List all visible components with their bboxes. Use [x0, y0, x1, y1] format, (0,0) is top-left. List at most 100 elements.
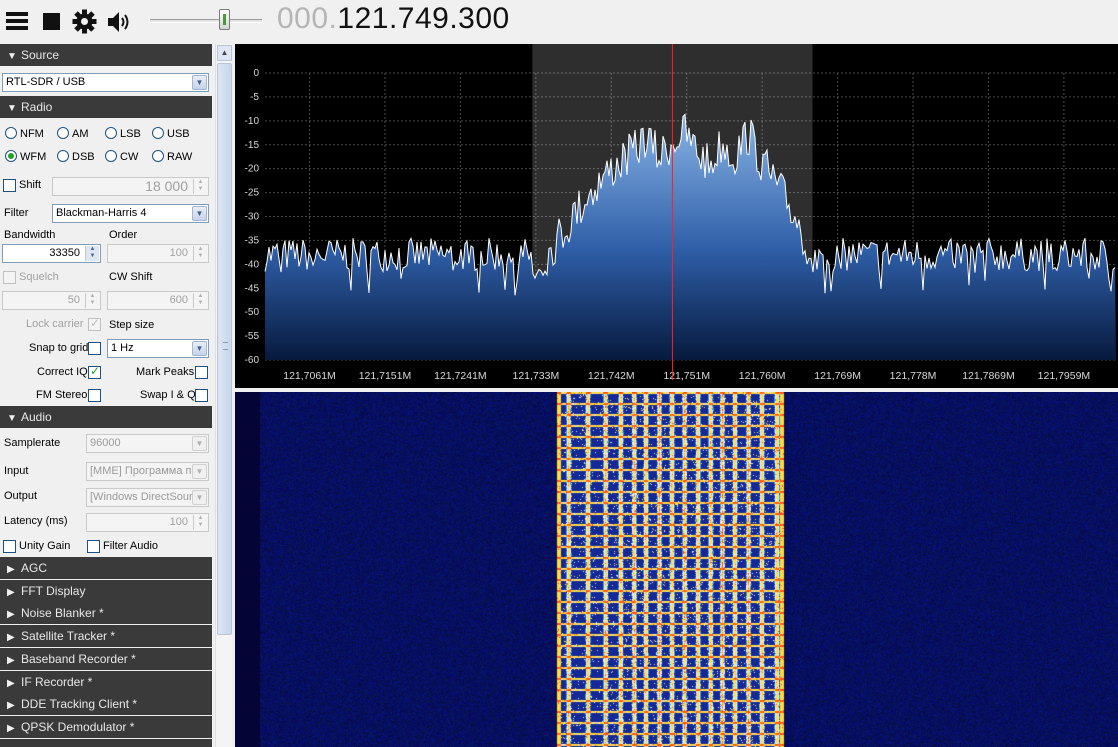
mode-radio-usb[interactable]: USB	[152, 127, 190, 140]
section-title: QPSK Demodulator *	[21, 719, 135, 734]
volume-slider-track[interactable]	[150, 19, 262, 23]
section-title: IF Recorder *	[21, 674, 93, 689]
audio-input-select[interactable]: [MME] Программа пе ▼	[86, 462, 209, 481]
mode-label: CW	[120, 151, 139, 163]
radio-circle[interactable]	[105, 127, 117, 139]
mode-radio-dsb[interactable]: DSB	[57, 150, 95, 163]
filter-audio-checkbox[interactable]	[87, 540, 100, 553]
mode-radio-cw[interactable]: CW	[105, 150, 138, 163]
frequency-digits[interactable]: 121.749.300	[337, 2, 509, 35]
source-device-select[interactable]: RTL-SDR / USB ▼	[2, 73, 209, 92]
latency-input[interactable]: 100 ▲ ▼	[86, 513, 209, 532]
x-tick-label: 121,760M	[739, 370, 786, 382]
mode-label: USB	[167, 128, 190, 140]
source-section-header[interactable]: ▼ Source	[0, 44, 212, 66]
filter-label: Filter	[4, 207, 29, 219]
y-tick-label: -40	[245, 259, 260, 270]
waterfall-canvas[interactable]	[235, 392, 1118, 747]
frequency-leading-digits[interactable]: 000.	[277, 2, 337, 35]
y-tick-label: -10	[245, 116, 260, 127]
x-tick-label: 121,733M	[512, 370, 559, 382]
swap-iq-label: Swap I & Q	[140, 389, 196, 401]
section-header-fft-display[interactable]: ▶ FFT Display	[0, 579, 212, 602]
unity-gain-checkbox[interactable]	[3, 540, 16, 553]
section-header-satellite-tracker[interactable]: ▶ Satellite Tracker *	[0, 625, 212, 648]
order-input[interactable]: 100 ▲ ▼	[107, 244, 209, 263]
chevron-down-icon[interactable]: ▼	[192, 75, 207, 90]
section-header-if-recorder[interactable]: ▶ IF Recorder *	[0, 670, 212, 693]
squelch-input[interactable]: 50 ▲ ▼	[2, 291, 101, 310]
radio-circle[interactable]	[57, 150, 69, 162]
lock-carrier-label: Lock carrier	[26, 318, 84, 330]
section-title: Noise Blanker *	[21, 606, 104, 621]
snap-to-grid-checkbox[interactable]	[88, 342, 101, 355]
shift-label: Shift	[19, 179, 42, 191]
chevron-down-icon[interactable]: ▼	[192, 436, 207, 451]
correct-iq-checkbox[interactable]	[88, 364, 101, 379]
collapsed-triangle-icon: ▶	[7, 632, 15, 644]
samplerate-select[interactable]: 96000 ▼	[86, 434, 209, 453]
control-panel: ▼ Source RTL-SDR / USB ▼ ▼ Radio NFM AM LSB US…	[0, 44, 212, 747]
radio-circle[interactable]	[152, 127, 164, 139]
collapsed-triangle-icon: ▶	[7, 722, 15, 734]
spectrum-chart[interactable]: 0 -5 -10 -15 -20 -25 -30 -35 -40 -45 -50 -55 -60 121,…	[235, 44, 1118, 388]
fm-stereo-checkbox[interactable]	[88, 389, 101, 402]
radio-circle[interactable]	[5, 127, 17, 139]
section-header-baseband-recorder[interactable]: ▶ Baseband Recorder *	[0, 647, 212, 670]
y-tick-label: -20	[245, 164, 260, 175]
y-tick-label: -15	[245, 140, 260, 151]
radio-circle[interactable]	[105, 150, 117, 162]
volume-slider-thumb[interactable]	[219, 9, 230, 30]
lock-carrier-checkbox[interactable]	[88, 316, 101, 331]
chevron-down-icon[interactable]: ▼	[192, 341, 207, 356]
speaker-icon[interactable]	[106, 9, 132, 35]
collapsed-triangle-icon: ▶	[7, 609, 15, 621]
input-label: Input	[4, 465, 29, 477]
frequency-display[interactable]: 000.121.749.300	[277, 2, 510, 36]
mark-peaks-label: Mark Peaks	[136, 366, 195, 378]
radio-circle[interactable]	[152, 150, 164, 162]
section-title: Satellite Tracker *	[21, 629, 116, 644]
section-header-partial[interactable]	[0, 738, 212, 747]
stop-icon[interactable]	[42, 9, 68, 35]
scroll-up-arrow-icon[interactable]: ▲	[217, 45, 232, 61]
section-header-agc[interactable]: ▶ AGC	[0, 557, 212, 579]
section-header-noise-blanker[interactable]: ▶ Noise Blanker *	[0, 602, 212, 625]
squelch-checkbox[interactable]	[3, 271, 16, 284]
chevron-down-icon[interactable]: ▼	[192, 490, 207, 505]
filter-select[interactable]: Blackman-Harris 4 ▼	[52, 204, 209, 223]
scrollbar-thumb[interactable]	[217, 63, 232, 635]
bandwidth-input[interactable]: 33350 ▲ ▼	[2, 244, 101, 263]
step-size-select[interactable]: 1 Hz ▼	[107, 339, 209, 358]
waterfall-display[interactable]	[235, 392, 1118, 747]
section-header-dde-tracking-client[interactable]: ▶ DDE Tracking Client *	[0, 693, 212, 716]
y-tick-label: -30	[245, 212, 260, 223]
mode-radio-lsb[interactable]: LSB	[105, 127, 141, 140]
mode-radio-raw[interactable]: RAW	[152, 150, 192, 163]
section-header-qpsk-demodulator[interactable]: ▶ QPSK Demodulator *	[0, 715, 212, 738]
cw-shift-input[interactable]: 600 ▲ ▼	[107, 291, 209, 310]
shift-checkbox[interactable]	[3, 179, 16, 192]
hamburger-menu-icon[interactable]	[5, 9, 31, 35]
radio-circle[interactable]	[5, 150, 17, 162]
radio-circle[interactable]	[57, 127, 69, 139]
mark-peaks-checkbox[interactable]	[195, 366, 208, 379]
y-tick-label: -50	[245, 307, 260, 318]
radio-section-header[interactable]: ▼ Radio	[0, 96, 212, 118]
x-tick-label: 121,7241M	[434, 370, 487, 382]
spectrum-analyzer[interactable]: 0 -5 -10 -15 -20 -25 -30 -35 -40 -45 -50 -55 -60 121,…	[235, 44, 1118, 388]
mode-radio-am[interactable]: AM	[57, 127, 89, 140]
chevron-down-icon[interactable]: ▼	[192, 206, 207, 221]
mode-label: RAW	[167, 151, 193, 163]
audio-output-select[interactable]: [Windows DirectSoun ▼	[86, 488, 209, 507]
chevron-down-icon[interactable]: ▼	[192, 464, 207, 479]
sidebar-scrollbar[interactable]: ▲	[215, 44, 232, 747]
mode-radio-nfm[interactable]: NFM	[5, 127, 44, 140]
shift-input[interactable]: 18 000 ▲ ▼	[52, 177, 209, 196]
audio-section-header[interactable]: ▼ Audio	[0, 406, 212, 428]
swap-iq-checkbox[interactable]	[195, 389, 208, 402]
section-title: FFT Display	[21, 583, 86, 598]
y-tick-label: -5	[250, 92, 259, 103]
gear-icon[interactable]	[72, 9, 98, 35]
mode-radio-wfm[interactable]: WFM	[5, 150, 46, 163]
